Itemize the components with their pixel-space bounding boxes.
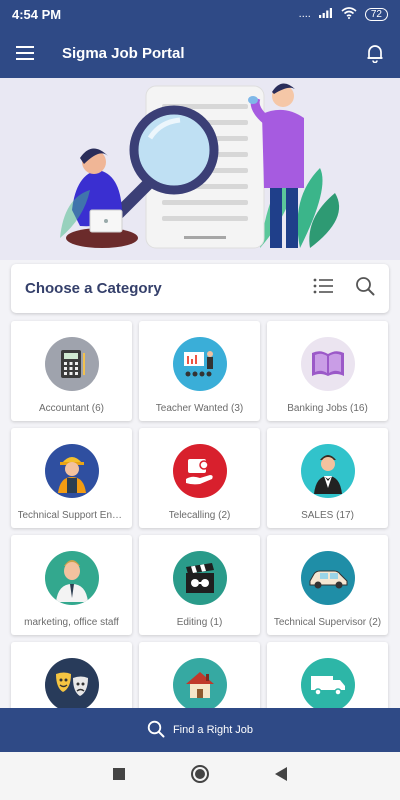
battery-indicator: 72 — [364, 7, 388, 21]
category-tile-marketing[interactable]: marketing, office staff — [11, 535, 132, 635]
home-icon[interactable] — [190, 764, 210, 789]
bell-icon[interactable] — [350, 28, 400, 78]
app-bar: Sigma Job Portal — [0, 28, 400, 78]
car-icon — [300, 551, 355, 605]
app-title: Sigma Job Portal — [62, 44, 185, 62]
truck-icon — [300, 658, 355, 712]
call-center-icon — [172, 444, 227, 498]
theater-masks-icon — [44, 658, 99, 712]
category-tile-telecalling[interactable]: Telecalling (2) — [139, 428, 260, 528]
find-job-label: Find a Right Job — [172, 724, 254, 736]
category-label: Telecalling (2) — [168, 510, 231, 521]
calculator-icon — [44, 337, 99, 391]
house-icon — [172, 658, 227, 712]
recent-apps-icon[interactable] — [112, 767, 126, 786]
category-tile-sales[interactable]: SALES (17) — [267, 428, 388, 528]
category-label: Technical Support Engineer — [17, 510, 126, 521]
hamburger-icon[interactable] — [0, 28, 50, 78]
category-tile-technical-supervisor[interactable]: Technical Supervisor (2) — [267, 535, 388, 635]
search-icon — [147, 720, 165, 741]
category-grid: Accountant (6) Teacher Wanted (3) Bankin… — [11, 321, 389, 742]
back-icon[interactable] — [274, 766, 288, 787]
book-icon — [300, 337, 355, 391]
category-tile-editing[interactable]: Editing (1) — [139, 535, 260, 635]
presentation-icon — [172, 337, 227, 391]
search-icon[interactable] — [355, 276, 375, 301]
list-icon[interactable] — [313, 278, 333, 299]
signal-icon — [318, 7, 333, 21]
system-navigation-bar — [0, 752, 400, 800]
category-label: Editing (1) — [176, 617, 223, 628]
category-tile-teacher[interactable]: Teacher Wanted (3) — [139, 321, 260, 421]
network-dots: .... — [298, 8, 311, 20]
wifi-icon — [341, 6, 357, 22]
status-time: 4:54 PM — [12, 6, 62, 22]
category-tile-banking[interactable]: Banking Jobs (16) — [267, 321, 388, 421]
find-job-button[interactable]: Find a Right Job — [0, 708, 400, 752]
category-header: Choose a Category — [11, 264, 389, 313]
category-label: marketing, office staff — [24, 617, 119, 628]
category-tile-technical-support[interactable]: Technical Support Engineer — [11, 428, 132, 528]
category-title: Choose a Category — [25, 280, 162, 297]
status-bar: 4:54 PM .... 72 — [0, 0, 400, 28]
category-label: Teacher Wanted (3) — [155, 403, 244, 414]
category-label: Technical Supervisor (2) — [273, 617, 382, 628]
category-label: SALES (17) — [301, 510, 354, 521]
category-label: Accountant (6) — [38, 403, 105, 414]
hero-illustration — [0, 78, 400, 260]
category-label: Banking Jobs (16) — [287, 403, 368, 414]
waiter-icon — [300, 444, 355, 498]
man-icon — [44, 551, 99, 605]
worker-icon — [44, 444, 99, 498]
clapperboard-icon — [172, 551, 227, 605]
category-tile-accountant[interactable]: Accountant (6) — [11, 321, 132, 421]
